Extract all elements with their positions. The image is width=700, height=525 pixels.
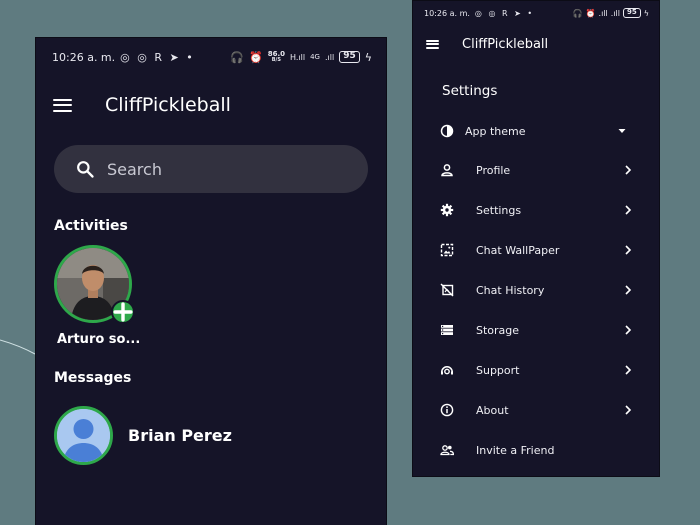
alarm-icon: ⏰	[249, 50, 263, 64]
status-time: 10:26 a. m.	[52, 50, 116, 64]
menu-item-chat-wallpaper[interactable]: Chat WallPaper	[413, 230, 661, 270]
contact-name: Brian Perez	[128, 425, 232, 445]
settings-menu: App theme Profile Settings Chat WallPape…	[413, 112, 661, 470]
menu-item-label: Settings	[476, 203, 522, 217]
chevron-right-icon	[625, 365, 632, 375]
signal-icon-2: .ıll	[610, 8, 620, 18]
status-bar: 10:26 a. m. ◎ ◎ R ➤ • 🎧 ⏰ .ıll .ıll 95 ϟ	[413, 1, 659, 25]
menu-item-settings[interactable]: Settings	[413, 190, 661, 230]
battery-level: 95	[339, 51, 360, 63]
headphones-icon: 🎧	[230, 50, 245, 64]
menu-item-storage[interactable]: Storage	[413, 310, 661, 350]
signal-icon-2: .ıll	[324, 52, 335, 62]
contact-avatar	[54, 405, 113, 465]
add-story-button[interactable]	[111, 300, 135, 324]
headphones-icon: 🎧	[572, 8, 583, 18]
storage-icon	[440, 323, 454, 337]
battery-level: 95	[622, 8, 641, 18]
chat-home-screen: 10:26 a. m. ◎ ◎ R ➤ • 🎧 ⏰ 86.0 B/S H.ıll…	[35, 37, 387, 525]
wallpaper-icon	[440, 243, 454, 257]
info-icon	[440, 403, 454, 417]
chevron-right-icon	[625, 165, 632, 175]
menu-item-chat-history[interactable]: Chat History	[413, 270, 661, 310]
app-theme-dropdown[interactable]: App theme	[413, 112, 661, 150]
menu-icon[interactable]	[53, 98, 72, 112]
menu-item-label: About	[476, 403, 509, 417]
messages-heading: Messages	[54, 370, 132, 386]
search-bar[interactable]	[54, 145, 368, 193]
signal-icon: .ıll	[598, 8, 608, 18]
menu-item-invite-friend[interactable]: Invite a Friend	[413, 430, 661, 470]
alarm-icon: ⏰	[585, 8, 596, 18]
app-title: CliffPickleball	[105, 94, 231, 116]
contrast-icon	[440, 124, 454, 138]
app-bar: CliffPickleball	[413, 25, 659, 63]
support-icon	[440, 363, 454, 377]
chevron-right-icon	[625, 245, 632, 255]
navigation-drawer-screen: 10:26 a. m. ◎ ◎ R ➤ • 🎧 ⏰ .ıll .ıll 95 ϟ…	[412, 0, 660, 477]
chevron-right-icon	[625, 205, 632, 215]
search-icon	[77, 161, 94, 178]
search-input[interactable]	[107, 159, 337, 179]
network-type: 4G	[310, 53, 320, 61]
person-icon	[440, 163, 454, 177]
network-speed-unit: B/S	[271, 57, 281, 63]
app-theme-label: App theme	[465, 124, 526, 138]
notification-icons: ◎ ◎ R ➤ •	[120, 50, 195, 64]
menu-icon[interactable]	[426, 39, 439, 49]
dropdown-caret-icon	[618, 129, 626, 133]
menu-item-label: Invite a Friend	[476, 443, 555, 457]
gear-icon	[440, 203, 454, 217]
menu-item-label: Storage	[476, 323, 520, 337]
chevron-right-icon	[625, 405, 632, 415]
settings-heading: Settings	[442, 83, 498, 99]
notification-icons: ◎ ◎ R ➤ •	[474, 8, 535, 18]
chevron-right-icon	[625, 325, 632, 335]
people-icon	[440, 443, 454, 457]
charging-icon: ϟ	[364, 50, 372, 64]
signal-icon: H.ıll	[290, 52, 306, 62]
menu-item-support[interactable]: Support	[413, 350, 661, 390]
chevron-right-icon	[625, 285, 632, 295]
history-icon	[440, 283, 454, 297]
activity-user-name: Arturo so...	[57, 332, 141, 347]
menu-item-about[interactable]: About	[413, 390, 661, 430]
activity-story[interactable]	[54, 245, 135, 324]
status-bar: 10:26 a. m. ◎ ◎ R ➤ • 🎧 ⏰ 86.0 B/S H.ıll…	[36, 38, 386, 76]
app-title: CliffPickleball	[462, 36, 549, 52]
default-avatar-icon	[57, 408, 110, 462]
status-time: 10:26 a. m.	[424, 8, 470, 18]
conversation-item[interactable]: Brian Perez	[54, 405, 374, 465]
charging-icon: ϟ	[643, 8, 649, 18]
menu-item-label: Chat WallPaper	[476, 243, 560, 257]
menu-item-label: Chat History	[476, 283, 545, 297]
menu-item-profile[interactable]: Profile	[413, 150, 661, 190]
activities-heading: Activities	[54, 218, 128, 234]
menu-item-label: Profile	[476, 163, 511, 177]
menu-item-label: Support	[476, 363, 520, 377]
app-bar: CliffPickleball	[36, 79, 386, 131]
